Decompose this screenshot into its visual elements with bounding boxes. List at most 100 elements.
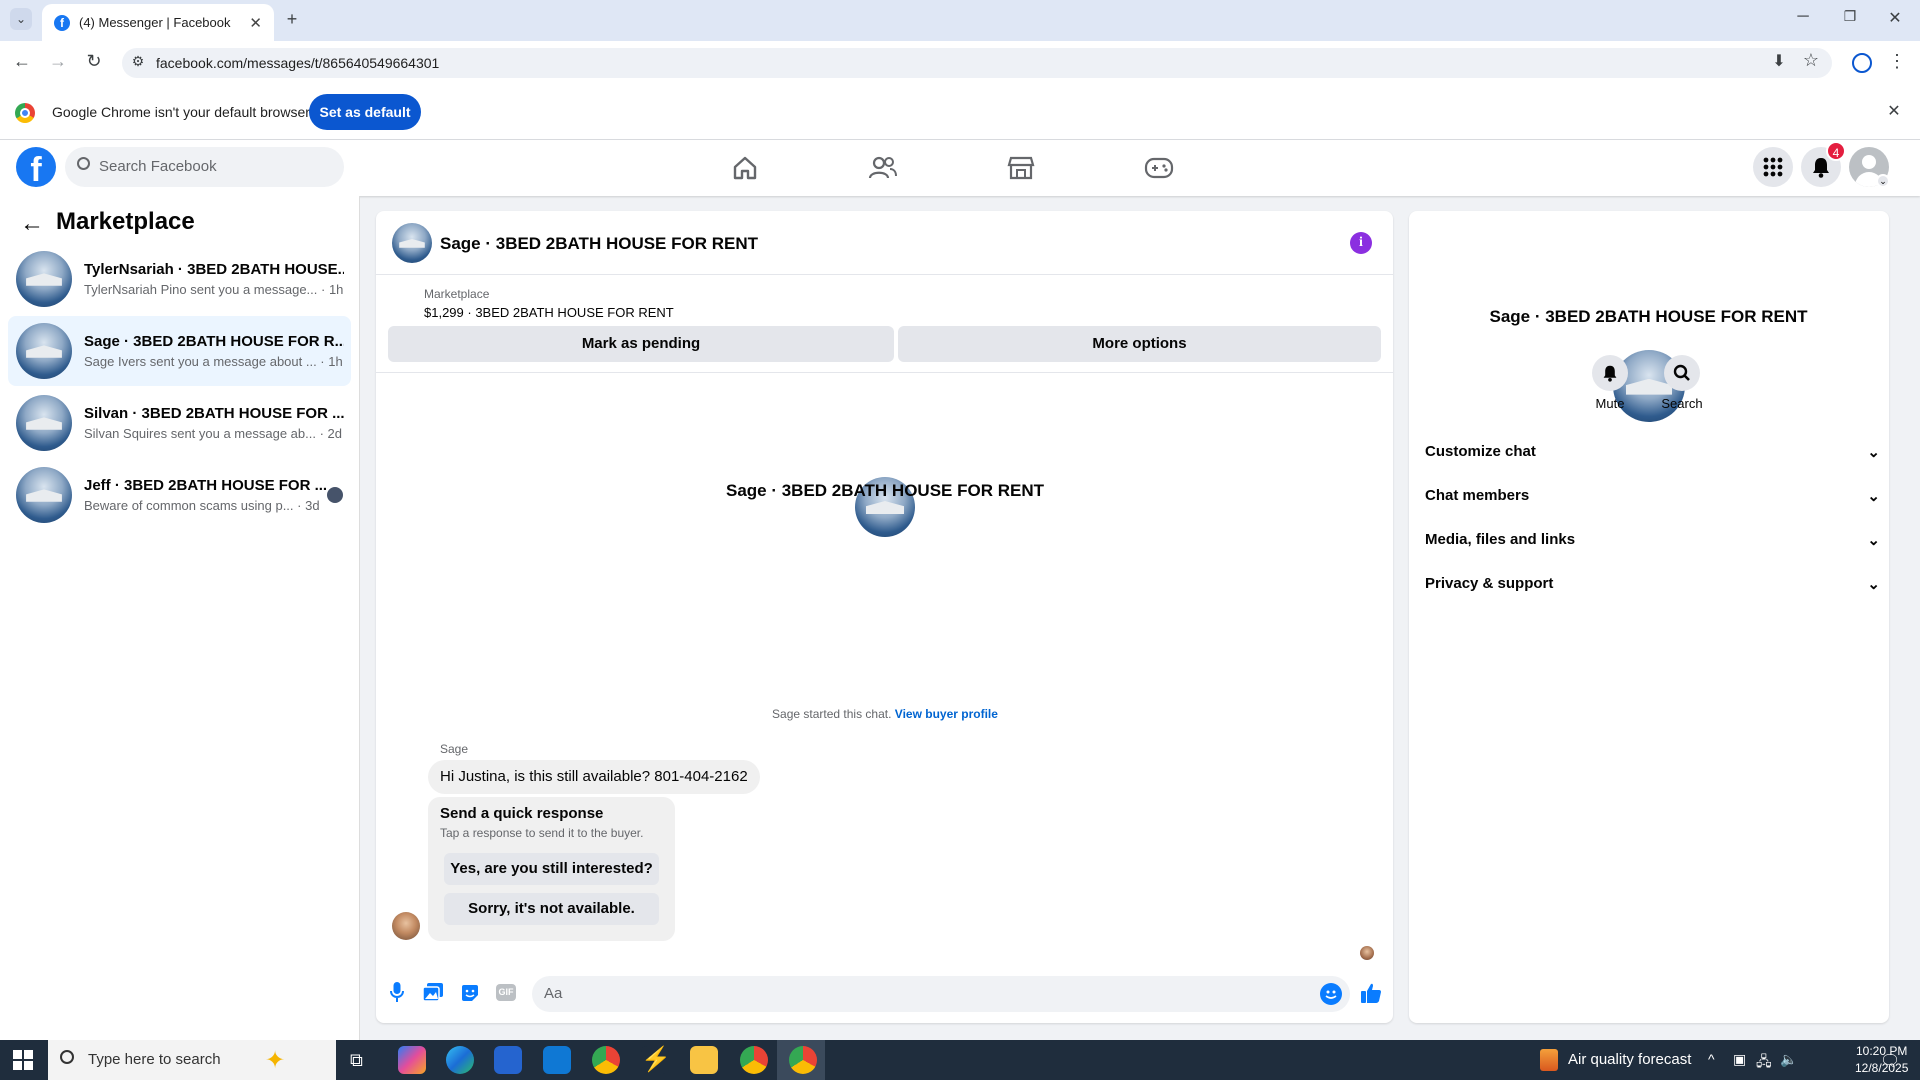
site-info-icon[interactable]: ⚙	[130, 53, 146, 70]
taskbar-search-icon	[60, 1050, 74, 1064]
back-icon[interactable]: ←	[10, 51, 34, 72]
infobar-message: Google Chrome isn't your default browser	[52, 104, 310, 120]
copilot-icon[interactable]	[398, 1046, 426, 1074]
conversation-item[interactable]: Silvan · 3BED 2BATH HOUSE FOR ... Silvan …	[8, 388, 351, 458]
weather-icon[interactable]	[1540, 1049, 1558, 1071]
conversation-name: Sage · 3BED 2BATH HOUSE FOR R...	[84, 333, 344, 350]
notification-count-badge: 4	[1826, 141, 1846, 161]
chat-started-text: Sage started this chat.	[772, 707, 892, 721]
menu-grid-icon[interactable]	[1753, 147, 1793, 187]
mute-label[interactable]: Mute	[1580, 396, 1640, 411]
conversation-item[interactable]: TylerNsariah · 3BED 2BATH HOUSE... TylerN…	[8, 244, 351, 314]
account-chevron-icon[interactable]: ⌄	[1876, 174, 1890, 188]
conversation-avatar	[16, 323, 72, 379]
tab-title: (4) Messenger | Facebook	[79, 15, 231, 30]
home-nav-icon[interactable]	[689, 140, 801, 196]
conversation-item[interactable]: Jeff · 3BED 2BATH HOUSE FOR ... Beware of…	[8, 460, 351, 530]
new-tab-icon[interactable]: +	[282, 9, 302, 30]
browser-tab[interactable]: f (4) Messenger | Facebook ✕	[42, 4, 274, 41]
task-view-icon[interactable]: ⧉	[350, 1050, 363, 1071]
marketplace-nav-icon[interactable]	[965, 140, 1077, 196]
message-bubble[interactable]: Hi Justina, is this still available? 801…	[428, 760, 760, 794]
privacy-support-section[interactable]: Privacy & support ⌄	[1425, 575, 1880, 593]
facebook-search-input[interactable]: Search Facebook	[65, 147, 344, 187]
chevron-down-icon: ⌄	[1867, 444, 1880, 461]
set-as-default-button[interactable]: Set as default	[309, 94, 421, 130]
edge-icon[interactable]	[446, 1046, 474, 1074]
section-label: Privacy & support	[1425, 575, 1554, 592]
like-thumbs-up-icon[interactable]	[1360, 982, 1382, 1009]
forward-icon[interactable]: →	[46, 51, 70, 72]
notification-center-icon[interactable]: 🗨	[1880, 1051, 1900, 1071]
friends-nav-icon[interactable]	[827, 140, 939, 196]
close-window-icon[interactable]: ✕	[1885, 8, 1905, 28]
tab-search-chevron-icon[interactable]: ⌄	[10, 8, 32, 30]
conversation-avatar	[16, 395, 72, 451]
chat-intro-name: Sage · 3BED 2BATH HOUSE FOR RENT	[725, 481, 1044, 500]
network-icon[interactable]: 🖧	[1756, 1051, 1772, 1075]
conversation-info-icon[interactable]: i	[1350, 232, 1372, 254]
outlook-icon[interactable]	[543, 1046, 571, 1074]
weather-text[interactable]: Air quality forecast	[1568, 1040, 1691, 1080]
close-tab-icon[interactable]: ✕	[249, 14, 262, 32]
reload-icon[interactable]: ↻	[82, 51, 106, 72]
search-highlight-sparkle-icon[interactable]: ✦	[265, 1046, 285, 1075]
chrome-taskbar-icon[interactable]	[592, 1046, 620, 1074]
volume-icon[interactable]: 🔈	[1780, 1051, 1797, 1068]
conversation-item-selected[interactable]: Sage · 3BED 2BATH HOUSE FOR R... Sage Ive…	[8, 316, 351, 386]
install-app-icon[interactable]: ⬇	[1768, 51, 1790, 71]
chat-members-section[interactable]: Chat members ⌄	[1425, 487, 1880, 505]
file-explorer-icon[interactable]	[690, 1046, 718, 1074]
search-label[interactable]: Search	[1652, 396, 1712, 411]
chevron-down-icon: ⌄	[1867, 576, 1880, 593]
microsoft-store-icon[interactable]	[494, 1046, 522, 1074]
chrome-menu-icon[interactable]: ⋮	[1888, 51, 1906, 72]
chat-header-avatar[interactable]	[392, 223, 432, 263]
profile-icon[interactable]	[1852, 53, 1872, 73]
sender-avatar[interactable]	[392, 912, 420, 940]
back-arrow-icon[interactable]: ←	[20, 210, 44, 238]
windows-start-icon[interactable]	[13, 1050, 33, 1075]
photo-attach-icon[interactable]	[422, 983, 443, 1006]
chat-header-title[interactable]: Sage · 3BED 2BATH HOUSE FOR RENT	[440, 234, 758, 254]
sticker-icon[interactable]	[460, 983, 480, 1008]
chat-details-panel	[1409, 211, 1889, 1023]
facebook-logo-icon[interactable]: f	[16, 147, 56, 189]
gaming-nav-icon[interactable]	[1103, 140, 1215, 196]
conversation-name: Jeff · 3BED 2BATH HOUSE FOR ...	[84, 477, 328, 494]
minimize-icon[interactable]: ─	[1793, 8, 1813, 26]
microphone-icon[interactable]	[390, 981, 404, 1008]
chrome-profile-taskbar-icon[interactable]	[740, 1046, 768, 1074]
media-files-links-section[interactable]: Media, files and links ⌄	[1425, 531, 1880, 549]
quick-response-yes-button[interactable]: Yes, are you still interested?	[444, 853, 659, 885]
power-automate-icon[interactable]: ⚡	[641, 1046, 671, 1074]
listing-divider	[376, 372, 1393, 373]
search-icon	[77, 157, 90, 170]
listing-title-price[interactable]: $1,299 · 3BED 2BATH HOUSE FOR RENT	[424, 305, 674, 320]
customize-chat-section[interactable]: Customize chat ⌄	[1425, 443, 1880, 461]
meet-now-icon[interactable]: ▣	[1733, 1051, 1746, 1068]
restore-icon[interactable]: ❐	[1840, 8, 1860, 25]
view-buyer-profile-link[interactable]: View buyer profile	[895, 707, 998, 721]
quick-response-no-button[interactable]: Sorry, it's not available.	[444, 893, 659, 925]
address-bar[interactable]: facebook.com/messages/t/865640549664301	[122, 48, 1832, 78]
message-sender-name: Sage	[440, 742, 469, 756]
show-hidden-icons-chevron-icon[interactable]: ^	[1708, 1051, 1715, 1067]
mute-bell-icon[interactable]	[1592, 355, 1628, 391]
bookmark-star-icon[interactable]: ☆	[1800, 50, 1822, 71]
section-label: Customize chat	[1425, 443, 1536, 460]
message-input[interactable]: Aa	[532, 976, 1350, 1012]
chrome-active-taskbar-icon[interactable]	[789, 1046, 817, 1074]
conversation-name: Silvan · 3BED 2BATH HOUSE FOR ...	[84, 405, 344, 422]
more-options-button[interactable]: More options	[898, 326, 1381, 362]
emoji-icon[interactable]	[1320, 983, 1342, 1005]
taskbar-search-input[interactable]: Type here to search	[48, 1040, 336, 1080]
header-divider	[376, 274, 1393, 275]
mark-as-pending-button[interactable]: Mark as pending	[388, 326, 894, 362]
section-label: Media, files and links	[1425, 531, 1576, 548]
gif-icon[interactable]: GIF	[496, 984, 516, 1001]
conversation-preview: Silvan Squires sent you a message ab... …	[84, 426, 342, 441]
panel-title: Marketplace	[56, 208, 195, 235]
search-in-chat-icon[interactable]	[1664, 355, 1700, 391]
close-infobar-icon[interactable]: ✕	[1884, 101, 1904, 121]
